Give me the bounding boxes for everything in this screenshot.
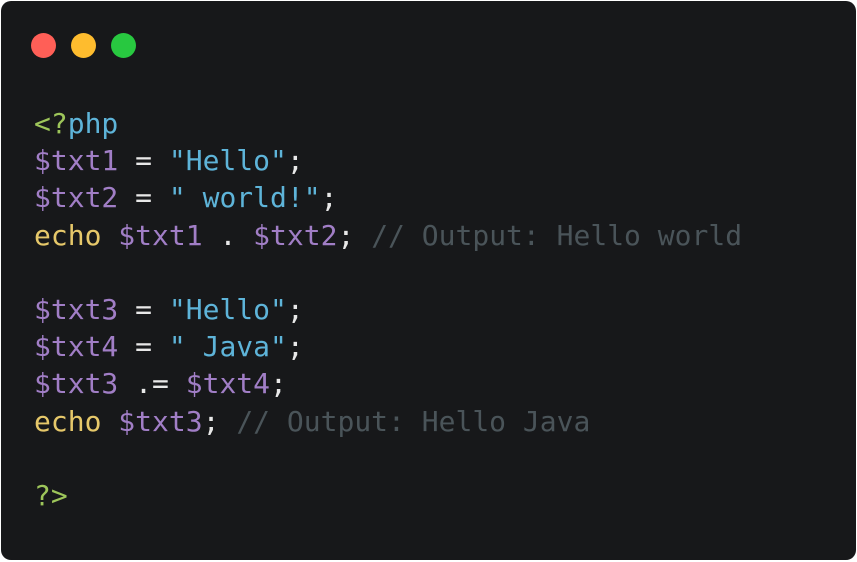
minimize-button-icon[interactable] xyxy=(71,33,96,58)
code-line: echo $txt1 . $txt2; // Output: Hello wor… xyxy=(34,217,742,254)
code-token-var: $txt2 xyxy=(34,181,119,215)
code-token-str: "Hello" xyxy=(168,144,287,178)
code-line: $txt3 .= $txt4; xyxy=(34,365,742,402)
code-token-op xyxy=(354,219,371,252)
code-token-var: $txt4 xyxy=(185,367,271,401)
code-token-op xyxy=(101,405,118,438)
code-line: <?php xyxy=(34,105,742,142)
code-line: $txt3 = "Hello"; xyxy=(34,291,742,328)
code-token-op: = xyxy=(118,181,169,215)
code-token-str: "Hello" xyxy=(168,292,287,326)
close-button-icon[interactable] xyxy=(31,33,56,58)
code-token-op: . xyxy=(202,218,254,252)
code-token-op: = xyxy=(118,292,169,326)
code-line: $txt4 = " Java"; xyxy=(34,328,742,365)
code-token-fn: echo xyxy=(34,404,102,438)
code-token-fn: echo xyxy=(34,218,102,252)
maximize-button-icon[interactable] xyxy=(111,33,136,58)
code-token-tag: ?> xyxy=(34,478,68,512)
code-token-var: $txt1 xyxy=(34,144,119,178)
code-token-op: = xyxy=(118,144,169,178)
code-token-var: $txt4 xyxy=(34,330,119,364)
code-token-punc: ; xyxy=(202,404,220,438)
code-line: ​ xyxy=(34,254,742,291)
code-line: $txt1 = "Hello"; xyxy=(34,142,742,179)
code-token-tag: <? xyxy=(34,107,68,140)
code-token-var: $txt1 xyxy=(118,218,203,252)
code-window: <?php $txt1 = "Hello"; $txt2 = " world!"; e… xyxy=(1,1,856,560)
code-line: echo $txt3; // Output: Hello Java xyxy=(34,403,742,440)
code-token-kw-php: php xyxy=(67,107,119,140)
code-token-op: = xyxy=(118,330,169,364)
code-token-op xyxy=(101,219,118,252)
code-token-punc: ; xyxy=(286,330,304,364)
code-token-var: $txt3 xyxy=(118,404,203,438)
code-token-comment: // Output: Hello Java xyxy=(236,404,591,438)
code-token-str: " world!" xyxy=(168,181,321,215)
code-token-var: $txt2 xyxy=(253,218,338,252)
code-token-punc: ; xyxy=(270,367,287,401)
code-block: <?php $txt1 = "Hello"; $txt2 = " world!"; e… xyxy=(34,105,742,514)
code-token-punc: ; xyxy=(337,218,355,252)
code-token-punc: ; xyxy=(320,181,338,215)
code-token-var: $txt3 xyxy=(34,367,119,401)
code-token-var: $txt3 xyxy=(34,292,119,326)
code-line: $txt2 = " world!"; xyxy=(34,179,742,216)
code-line: ?> xyxy=(34,477,742,514)
code-token-comment: // Output: Hello world xyxy=(371,218,743,252)
code-token-op: .= xyxy=(118,367,186,401)
code-line: ​ xyxy=(34,440,742,477)
code-token-punc: ; xyxy=(286,144,304,178)
code-token-str: " Java" xyxy=(168,330,287,364)
code-token-punc: ; xyxy=(286,292,304,326)
code-token-op xyxy=(219,405,236,438)
